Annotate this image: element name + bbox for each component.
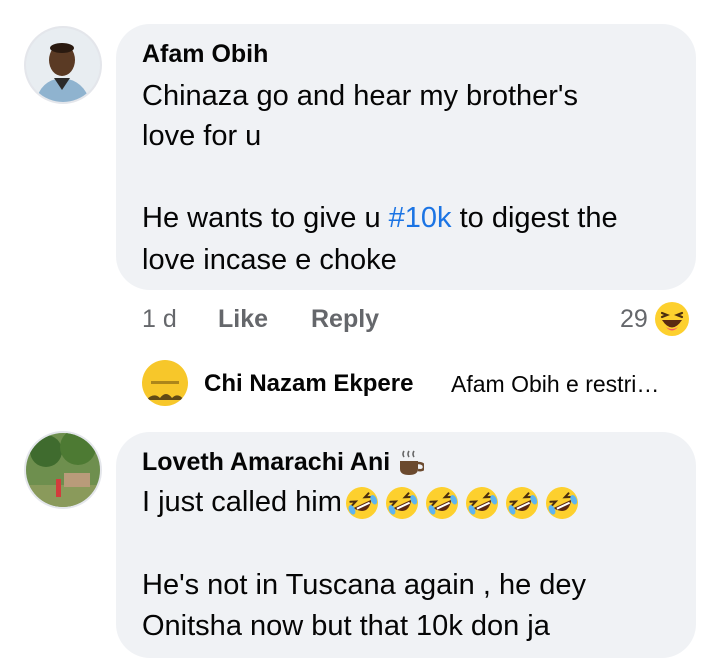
comment-text-line: love for u — [142, 120, 262, 152]
comment-text-segment: I just called him — [142, 486, 342, 518]
rolling-laughing-emoji-icon — [545, 486, 578, 519]
reply-preview-author[interactable]: Chi Nazam Ekpere — [204, 370, 413, 398]
haha-emoji-icon — [654, 302, 689, 336]
rolling-laughing-emoji-icon — [385, 486, 418, 519]
hot-beverage-icon — [400, 450, 425, 475]
comment-text-segment: to digest the — [451, 202, 618, 234]
comment-author-row: Loveth Amarachi Ani — [142, 448, 425, 477]
avatar-afam-obih[interactable] — [24, 26, 102, 104]
reaction-count: 29 — [620, 304, 648, 333]
rolling-laughing-emoji-icon — [465, 486, 498, 519]
reaction-summary[interactable]: 29 — [620, 301, 690, 337]
rolling-laughing-emoji-icon — [505, 486, 538, 519]
comment-text-line: Chinaza go and hear my brother's — [142, 80, 578, 112]
rolling-laughing-emoji-icon — [345, 486, 378, 519]
emoji-sequence — [344, 485, 580, 521]
reply-preview-snippet[interactable]: Afam Obih e restri… — [451, 371, 659, 398]
comment-text-line: Onitsha now but that 10k don ja — [142, 610, 550, 642]
rolling-laughing-emoji-icon — [425, 486, 458, 519]
comment-author[interactable]: Afam Obih — [142, 40, 268, 69]
comment-text-line: love incase e choke — [142, 244, 397, 276]
comment-timestamp[interactable]: 1 d — [142, 305, 177, 334]
profile-photo — [26, 28, 100, 102]
comment-text-segment: He wants to give u — [142, 202, 389, 234]
comment-author[interactable]: Loveth Amarachi Ani — [142, 448, 390, 477]
reply-button[interactable]: Reply — [311, 305, 379, 334]
profile-photo — [26, 433, 100, 507]
hashtag-link[interactable]: #10k — [389, 202, 452, 234]
reply-author-avatar[interactable] — [142, 360, 188, 406]
comment-text-line: He wants to give u #10k to digest the — [142, 198, 618, 239]
avatar-loveth-amarachi-ani[interactable] — [24, 431, 102, 509]
like-button[interactable]: Like — [218, 305, 268, 334]
brand-logo-icon — [146, 381, 184, 400]
comment-text-line: I just called him — [142, 482, 580, 523]
comment-text-line: He's not in Tuscana again , he dey — [142, 569, 587, 601]
